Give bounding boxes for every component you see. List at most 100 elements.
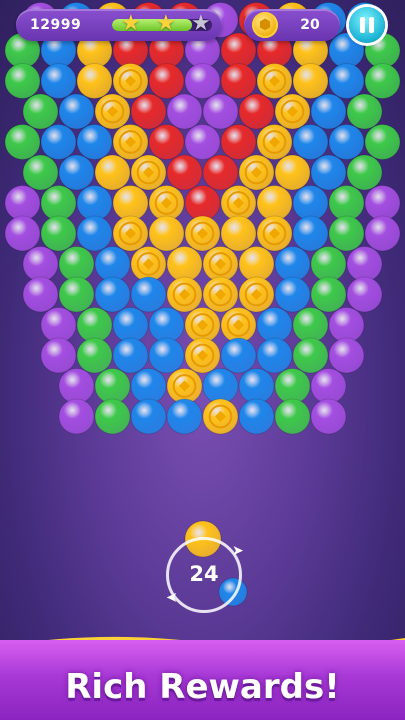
blue-bubble	[58, 93, 95, 130]
yellow-bubble	[292, 63, 329, 99]
green-bubble	[22, 154, 59, 191]
coin-bubble	[238, 154, 275, 191]
yellow-bubble	[256, 185, 293, 221]
coin-bubble	[238, 276, 275, 313]
yellow-bubble	[112, 185, 149, 221]
blue-bubble	[76, 215, 113, 252]
green-bubble	[94, 368, 131, 404]
purple-bubble	[58, 398, 95, 435]
yellow-bubble	[148, 215, 185, 252]
purple-bubble	[364, 185, 401, 221]
swap-arrow-icon[interactable]: ➤	[232, 544, 244, 558]
coin-bubble	[202, 398, 239, 435]
purple-bubble	[4, 215, 41, 252]
moves-left: 24	[189, 562, 219, 586]
coin-bubble	[112, 215, 149, 252]
blue-bubble	[76, 185, 113, 221]
green-bubble	[346, 154, 383, 191]
blue-bubble	[274, 276, 311, 313]
blue-bubble	[40, 63, 77, 99]
red-bubble	[220, 63, 257, 99]
coin-bubble	[130, 154, 167, 191]
coin-bubble	[148, 185, 185, 221]
red-bubble	[220, 124, 257, 160]
green-bubble	[346, 93, 383, 130]
purple-bubble	[310, 398, 347, 435]
blue-bubble	[328, 63, 365, 99]
coin-bubble	[256, 124, 293, 160]
score-panel: 12999 ★ ★ ★	[16, 9, 222, 41]
green-bubble	[310, 276, 347, 313]
green-bubble	[22, 93, 59, 130]
red-bubble	[148, 124, 185, 160]
red-bubble	[184, 185, 221, 221]
swap-arrow-icon[interactable]: ➤	[166, 589, 178, 605]
coin-bubble	[274, 93, 311, 130]
coin-bubble	[112, 63, 149, 99]
coin-bubble	[256, 215, 293, 252]
pause-icon	[360, 17, 365, 33]
purple-bubble	[364, 215, 401, 252]
coin-bubble	[220, 307, 257, 343]
blue-bubble	[310, 154, 347, 191]
coin-bubble	[184, 215, 221, 252]
hexagon-coin-icon: ⬢	[252, 12, 278, 38]
promo-banner-text: Rich Rewards!	[65, 667, 340, 707]
purple-bubble	[166, 93, 203, 130]
purple-bubble	[346, 246, 383, 282]
purple-bubble	[328, 337, 365, 374]
blue-bubble	[130, 368, 167, 404]
blue-bubble	[292, 215, 329, 252]
blue-bubble	[94, 246, 131, 282]
coin-bubble	[202, 246, 239, 282]
coin-panel: ⬢ 20	[244, 9, 340, 41]
blue-bubble	[202, 368, 239, 404]
red-bubble	[166, 154, 203, 191]
purple-bubble	[202, 93, 239, 130]
star-icon: ★	[156, 11, 176, 36]
red-bubble	[238, 93, 275, 130]
pause-icon	[369, 17, 374, 33]
blue-bubble	[76, 124, 113, 160]
blue-bubble	[292, 124, 329, 160]
blue-bubble	[256, 337, 293, 374]
green-bubble	[4, 124, 41, 160]
blue-bubble	[130, 276, 167, 313]
purple-bubble	[40, 307, 77, 343]
green-bubble	[328, 185, 365, 221]
blue-bubble	[274, 246, 311, 282]
coin-bubble	[184, 307, 221, 343]
score-value: 12999	[30, 17, 82, 33]
green-bubble	[58, 246, 95, 282]
purple-bubble	[40, 337, 77, 374]
blue-bubble	[256, 307, 293, 343]
yellow-bubble	[94, 154, 131, 191]
yellow-bubble	[220, 215, 257, 252]
blue-bubble	[148, 337, 185, 374]
blue-bubble	[94, 276, 131, 313]
pause-button[interactable]	[349, 7, 385, 43]
green-bubble	[274, 368, 311, 404]
blue-bubble	[112, 337, 149, 374]
blue-bubble	[238, 398, 275, 435]
blue-bubble	[148, 307, 185, 343]
green-bubble	[76, 337, 113, 374]
purple-bubble	[58, 368, 95, 404]
purple-bubble	[328, 307, 365, 343]
blue-bubble	[58, 154, 95, 191]
coin-bubble	[166, 368, 203, 404]
purple-bubble	[4, 185, 41, 221]
coin-bubble	[220, 185, 257, 221]
yellow-bubble	[274, 154, 311, 191]
green-bubble	[4, 63, 41, 99]
coin-bubble	[202, 276, 239, 313]
coin-bubble	[112, 124, 149, 160]
purple-bubble	[22, 246, 59, 282]
blue-bubble	[310, 93, 347, 130]
coin-bubble	[166, 276, 203, 313]
yellow-bubble	[166, 246, 203, 282]
red-bubble	[202, 154, 239, 191]
green-bubble	[292, 337, 329, 374]
blue-bubble	[220, 337, 257, 374]
coin-bubble	[184, 337, 221, 374]
